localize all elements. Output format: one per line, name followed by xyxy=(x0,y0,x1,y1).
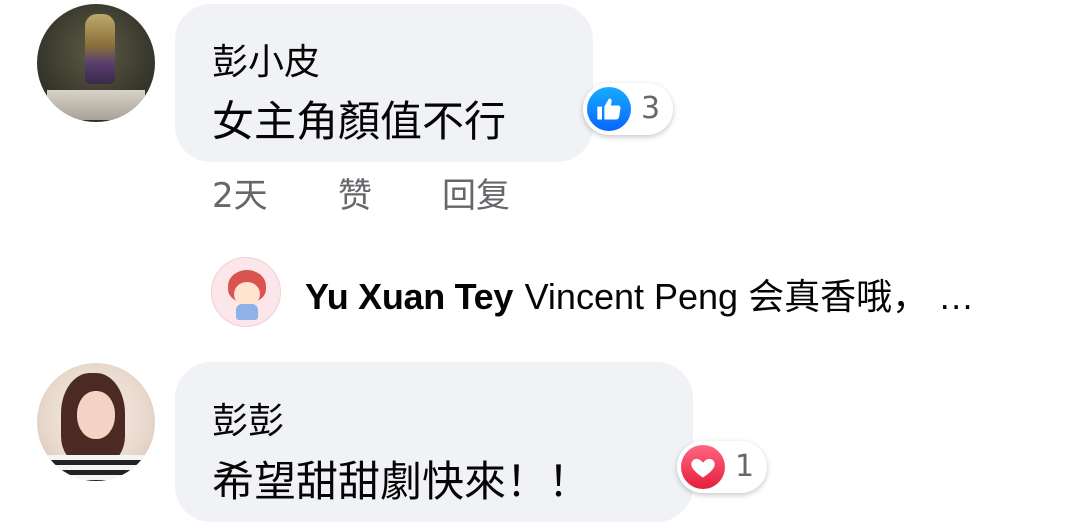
comment-timestamp[interactable]: 2天 xyxy=(212,168,268,217)
reply-author[interactable]: Yu Xuan Tey xyxy=(305,276,513,317)
portrait-face xyxy=(77,391,115,439)
like-button[interactable]: 赞 xyxy=(338,168,372,217)
avatar[interactable] xyxy=(37,363,155,481)
cartoon-face xyxy=(234,282,260,306)
comment-author[interactable]: 彭小皮 xyxy=(212,33,320,85)
reaction-badge[interactable]: 1 xyxy=(677,441,767,493)
reply-preview[interactable]: Yu Xuan Tey Vincent Peng 会真香哦， … xyxy=(305,268,974,320)
figure-stand xyxy=(47,90,145,120)
like-icon xyxy=(587,87,631,131)
comment-author[interactable]: 彭彭 xyxy=(212,392,284,444)
avatar[interactable] xyxy=(37,4,155,122)
reply-text: Vincent Peng 会真香哦， … xyxy=(524,276,975,317)
reaction-count: 3 xyxy=(641,91,661,126)
portrait-shirt xyxy=(47,455,147,481)
reaction-count: 1 xyxy=(735,449,755,484)
heart-icon xyxy=(681,445,725,489)
comment-text: 希望甜甜劇快來！！ xyxy=(212,457,591,506)
cartoon-dress xyxy=(236,304,258,320)
reply-avatar[interactable] xyxy=(211,257,281,327)
reaction-badge[interactable]: 3 xyxy=(583,83,673,135)
reply-button[interactable]: 回复 xyxy=(442,168,510,217)
figure-photo xyxy=(85,14,115,84)
comment-text: 女主角顏值不行 xyxy=(212,97,507,146)
